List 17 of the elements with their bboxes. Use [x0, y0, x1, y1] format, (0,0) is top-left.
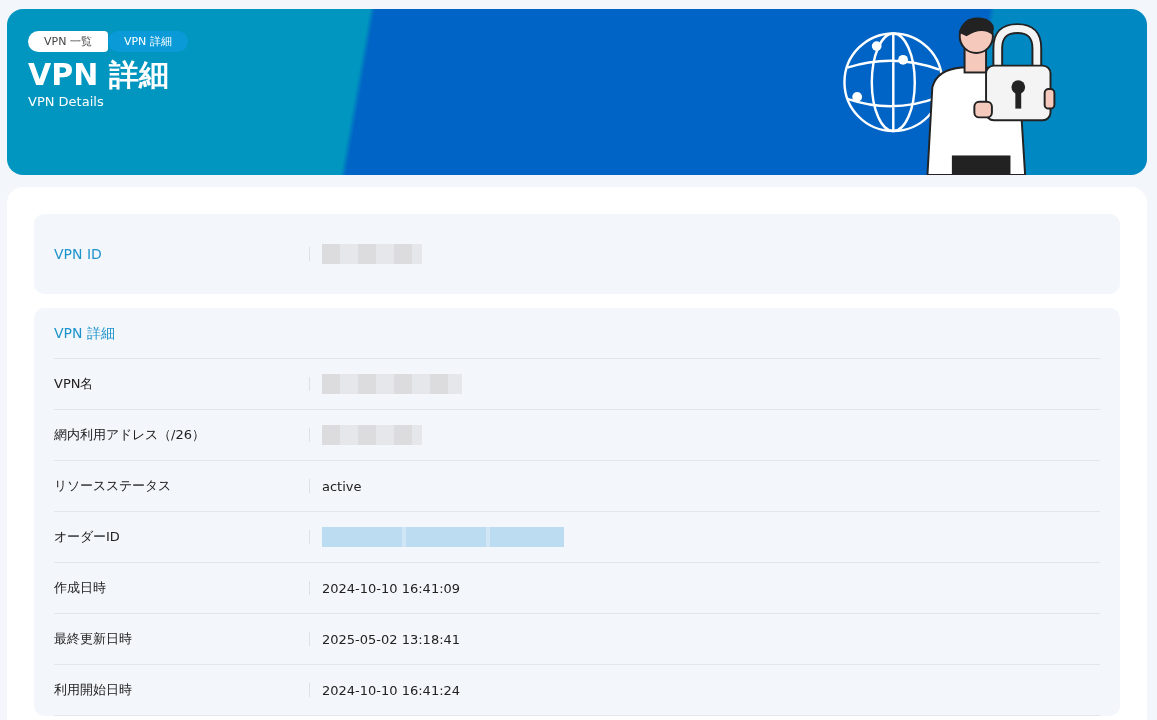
page-subtitle: VPN Details [28, 94, 105, 109]
field-label: VPN ID [54, 246, 103, 262]
field-label: オーダーID [54, 528, 121, 546]
field-label: 最終更新日時 [54, 630, 133, 648]
field-value: 2024-10-10 16:41:09 [322, 580, 461, 596]
field-value: 2025-05-02 13:18:41 [322, 631, 461, 647]
field-label: 作成日時 [54, 579, 107, 597]
field-label: VPN名 [54, 375, 95, 393]
field-label: リソースステータス [54, 477, 172, 495]
field-value: 2024-10-10 16:41:24 [322, 682, 461, 698]
page-title: VPN 詳細 [28, 58, 170, 91]
section-title: VPN 詳細 [54, 308, 1100, 359]
field-label: 網内利用アドレス（/26） [54, 426, 206, 444]
breadcrumb-link[interactable]: VPN 一覧 [28, 31, 108, 52]
field-value: active [322, 478, 362, 494]
field-label: 利用開始日時 [54, 681, 133, 699]
redacted-value[interactable] [322, 527, 564, 547]
